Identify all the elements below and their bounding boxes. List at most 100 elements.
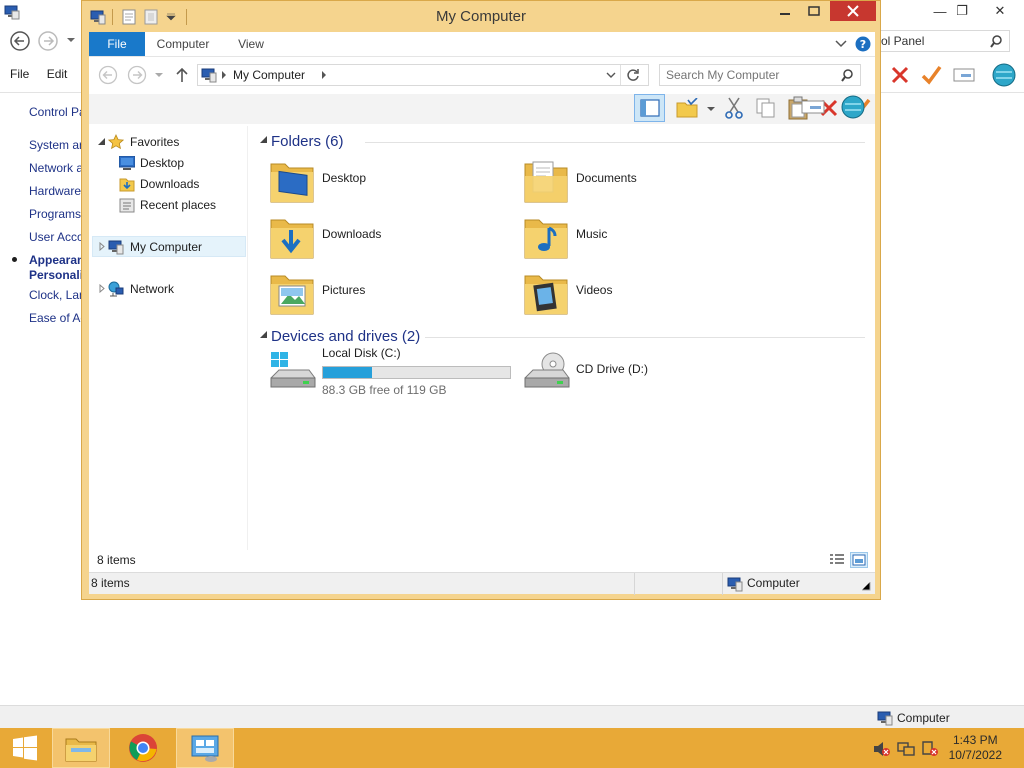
globe-icon[interactable] xyxy=(991,62,1017,88)
collapsed-arrow-icon[interactable] xyxy=(99,242,105,251)
expand-ribbon-icon[interactable] xyxy=(835,40,847,48)
address-path[interactable]: My Computer xyxy=(233,68,305,82)
bg-restore-button[interactable]: ❐ xyxy=(948,0,976,22)
forward-arrow-icon[interactable] xyxy=(127,65,147,85)
bg-link-clock[interactable]: Clock, Lan xyxy=(29,288,81,302)
nav-recent-places[interactable]: Recent places xyxy=(140,195,216,215)
chevron-down-icon[interactable] xyxy=(606,72,616,79)
recent-locations-icon[interactable] xyxy=(155,72,163,78)
selected-bullet xyxy=(12,257,17,262)
network-status-icon[interactable] xyxy=(897,741,915,757)
bg-link-system[interactable]: System ar xyxy=(29,138,81,152)
expanded-arrow-icon[interactable] xyxy=(260,136,267,143)
bg-link-personalization[interactable]: Personaliz xyxy=(29,268,81,282)
nav-my-computer[interactable]: My Computer xyxy=(130,237,202,257)
up-arrow-icon[interactable] xyxy=(175,67,189,83)
copy-icon[interactable] xyxy=(755,97,777,119)
window-body: My Computer Search My Computer Favorites… xyxy=(89,56,875,595)
folder-name: Pictures xyxy=(322,283,366,297)
refresh-icon[interactable] xyxy=(626,68,640,82)
view-status-bar: 8 items xyxy=(89,550,875,572)
minimize-button[interactable] xyxy=(771,1,799,21)
address-row: My Computer xyxy=(89,56,875,94)
bg-status-location: Computer xyxy=(897,711,950,725)
nav-downloads[interactable]: Downloads xyxy=(140,174,199,194)
bg-link-control-panel[interactable]: Control Pa xyxy=(29,105,81,119)
checkmark-icon[interactable] xyxy=(920,64,942,86)
search-box[interactable] xyxy=(659,64,861,86)
search-icon[interactable] xyxy=(989,34,1003,48)
system-clock[interactable]: 1:43 PM 10/7/2022 xyxy=(949,733,1002,763)
preview-pane-button[interactable] xyxy=(634,94,665,122)
expanded-arrow-icon[interactable] xyxy=(98,138,105,145)
bg-link-appearance[interactable]: Appearan xyxy=(29,253,81,267)
taskbar-chrome[interactable] xyxy=(114,728,172,768)
taskbar-file-explorer[interactable] xyxy=(52,728,110,768)
pane-splitter[interactable] xyxy=(247,126,248,550)
drives-group-header[interactable]: Devices and drives (2) xyxy=(271,328,420,345)
close-button[interactable] xyxy=(830,1,876,21)
expanded-arrow-icon[interactable] xyxy=(260,331,267,338)
bg-link-ease-of-access[interactable]: Ease of Ac xyxy=(29,311,81,325)
forward-arrow-icon[interactable] xyxy=(37,30,59,52)
taskbar-control-panel[interactable] xyxy=(176,728,234,768)
address-bar[interactable]: My Computer xyxy=(197,64,649,86)
bg-address-bar[interactable]: rol Panel xyxy=(872,30,1010,52)
back-arrow-icon[interactable] xyxy=(98,65,118,85)
tab-file[interactable]: File xyxy=(89,32,145,56)
collapsed-arrow-icon[interactable] xyxy=(99,284,105,293)
volume-muted-icon[interactable] xyxy=(873,741,891,757)
tab-computer[interactable]: Computer xyxy=(151,32,215,56)
folder-tile-videos[interactable]: Videos xyxy=(523,268,763,320)
bg-link-hardware[interactable]: Hardware xyxy=(29,184,81,198)
delete-icon[interactable] xyxy=(889,64,911,86)
large-icons-view-icon[interactable] xyxy=(850,552,868,568)
bg-menu-file[interactable]: File xyxy=(10,67,29,81)
computer-icon xyxy=(877,710,893,726)
bg-menu-edit[interactable]: Edit xyxy=(47,67,68,81)
pictures-folder-icon xyxy=(269,268,315,316)
history-dropdown-icon[interactable] xyxy=(66,36,76,44)
back-arrow-icon[interactable] xyxy=(9,30,31,52)
folder-options-icon[interactable] xyxy=(676,98,698,118)
folder-tile-documents[interactable]: Documents xyxy=(523,156,763,208)
window-titlebar[interactable]: My Computer xyxy=(82,1,880,31)
start-button[interactable] xyxy=(0,728,50,768)
chevron-right-icon[interactable] xyxy=(221,71,227,79)
rename-icon[interactable] xyxy=(953,66,975,84)
drive-tile-cd[interactable]: CD Drive (D:) xyxy=(523,346,773,398)
bg-link-programs[interactable]: Programs xyxy=(29,207,81,221)
folder-icon xyxy=(65,738,97,762)
bg-link-user-accounts[interactable]: User Acco xyxy=(29,230,81,244)
bg-status-bar: Computer xyxy=(0,705,1024,729)
help-icon[interactable]: ? xyxy=(855,36,871,52)
star-icon xyxy=(108,134,124,150)
search-icon[interactable] xyxy=(840,68,854,82)
details-view-icon[interactable] xyxy=(829,553,845,567)
globe-icon[interactable] xyxy=(840,94,866,120)
bg-close-button[interactable]: ✕ xyxy=(986,0,1014,22)
search-input[interactable] xyxy=(666,67,836,83)
bg-link-network[interactable]: Network a xyxy=(29,161,81,175)
music-folder-icon xyxy=(523,212,569,260)
nav-favorites[interactable]: Favorites xyxy=(130,132,179,152)
maximize-button[interactable] xyxy=(800,1,828,21)
folder-tile-music[interactable]: Music xyxy=(523,212,763,264)
rename-icon[interactable] xyxy=(801,98,825,116)
folder-tile-downloads[interactable]: Downloads xyxy=(269,212,509,264)
action-center-icon[interactable] xyxy=(921,741,939,757)
group-divider xyxy=(365,142,865,143)
folder-tile-desktop[interactable]: Desktop xyxy=(269,156,509,208)
recent-places-icon xyxy=(119,197,135,213)
tab-view[interactable]: View xyxy=(227,32,275,56)
folder-tile-pictures[interactable]: Pictures xyxy=(269,268,509,320)
resize-grip-icon[interactable] xyxy=(861,581,871,591)
chevron-right-icon[interactable] xyxy=(321,71,327,79)
cut-icon[interactable] xyxy=(725,97,743,119)
bg-address-text: rol Panel xyxy=(877,34,925,48)
folders-group-header[interactable]: Folders (6) xyxy=(271,133,344,150)
drive-tile-local-disk[interactable]: Local Disk (C:) 88.3 GB free of 119 GB xyxy=(269,346,519,398)
nav-desktop[interactable]: Desktop xyxy=(140,153,184,173)
dropdown-arrow-icon[interactable] xyxy=(707,106,715,112)
nav-network[interactable]: Network xyxy=(130,279,174,299)
